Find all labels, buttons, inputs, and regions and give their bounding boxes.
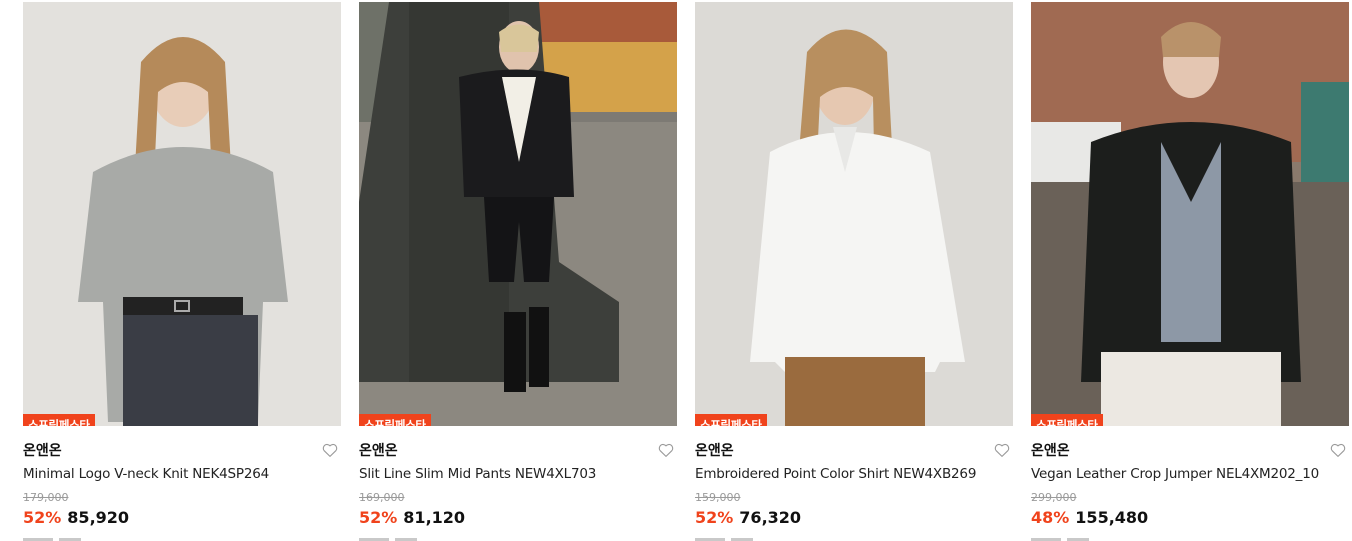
product-image[interactable]: 스프링페스타 <box>23 2 341 426</box>
heart-outline-icon[interactable] <box>993 441 1011 459</box>
brand-row: 온앤온 <box>695 440 1013 460</box>
sale-price: 76,320 <box>739 508 802 527</box>
product-photo-jumper <box>1031 2 1349 426</box>
brand-row: 온앤온 <box>1031 440 1349 460</box>
brand-row: 온앤온 <box>359 440 677 460</box>
brand-name[interactable]: 온앤온 <box>359 440 398 460</box>
product-name[interactable]: Vegan Leather Crop Jumper NEL4XM202_10 <box>1031 466 1349 482</box>
product-photo-pants <box>359 2 677 426</box>
promo-badge: 스프링페스타 <box>695 414 767 426</box>
product-photo-shirt <box>695 2 1013 426</box>
sale-price: 155,480 <box>1075 508 1149 527</box>
brand-name[interactable]: 온앤온 <box>1031 440 1070 460</box>
price-row: 52% 76,320 <box>695 508 801 527</box>
heart-outline-icon[interactable] <box>1329 441 1347 459</box>
heart-outline-icon[interactable] <box>657 441 675 459</box>
discount-rate: 52% <box>23 508 62 527</box>
price-row: 52% 85,920 <box>23 508 129 527</box>
price-row: 52% 81,120 <box>359 508 465 527</box>
product-card[interactable]: 스프링페스타 온앤온 Slit Line Slim Mid Pants NEW4… <box>359 0 677 541</box>
product-card[interactable]: 스프링페스타 온앤온 Vegan Leather Crop Jumper NEL… <box>1031 0 1349 541</box>
promo-badge: 스프링페스타 <box>1031 414 1103 426</box>
original-price: 299,000 <box>1031 491 1077 504</box>
discount-rate: 48% <box>1031 508 1070 527</box>
review-meta-row <box>695 534 835 541</box>
discount-rate: 52% <box>359 508 398 527</box>
product-name[interactable]: Slit Line Slim Mid Pants NEW4XL703 <box>359 466 677 482</box>
sale-price: 85,920 <box>67 508 130 527</box>
product-card[interactable]: 스프링페스타 온앤온 Minimal Logo V-neck Knit NEK4… <box>23 0 341 541</box>
product-image[interactable]: 스프링페스타 <box>1031 2 1349 426</box>
heart-outline-icon[interactable] <box>321 441 339 459</box>
brand-name[interactable]: 온앤온 <box>23 440 62 460</box>
product-card[interactable]: 스프링페스타 온앤온 Embroidered Point Color Shirt… <box>695 0 1013 541</box>
discount-rate: 52% <box>695 508 734 527</box>
review-meta-row <box>1031 534 1171 541</box>
review-meta-row <box>359 534 499 541</box>
price-row: 48% 155,480 <box>1031 508 1148 527</box>
brand-row: 온앤온 <box>23 440 341 460</box>
original-price: 169,000 <box>359 491 405 504</box>
product-name[interactable]: Minimal Logo V-neck Knit NEK4SP264 <box>23 466 341 482</box>
review-meta-row <box>23 534 163 541</box>
product-grid: 스프링페스타 온앤온 Minimal Logo V-neck Knit NEK4… <box>0 0 1352 541</box>
brand-name[interactable]: 온앤온 <box>695 440 734 460</box>
promo-badge: 스프링페스타 <box>23 414 95 426</box>
sale-price: 81,120 <box>403 508 466 527</box>
promo-badge: 스프링페스타 <box>359 414 431 426</box>
product-image[interactable]: 스프링페스타 <box>359 2 677 426</box>
original-price: 159,000 <box>695 491 741 504</box>
product-image[interactable]: 스프링페스타 <box>695 2 1013 426</box>
original-price: 179,000 <box>23 491 69 504</box>
product-photo-knit <box>23 2 341 426</box>
product-name[interactable]: Embroidered Point Color Shirt NEW4XB269 <box>695 466 1013 482</box>
